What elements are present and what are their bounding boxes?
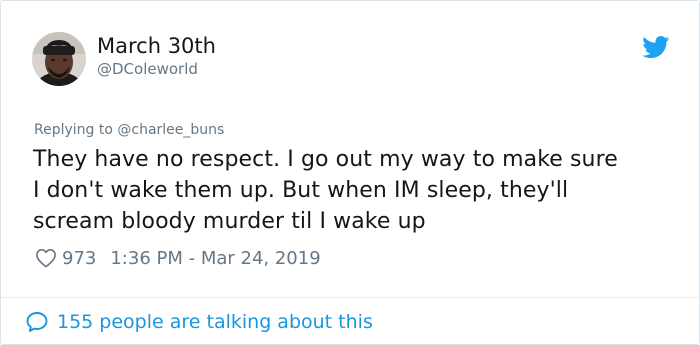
talking-about-link[interactable]: 155 people are talking about this [25, 307, 373, 337]
replying-prefix: Replying to [34, 122, 118, 138]
tweet-timestamp[interactable]: 1:36 PM - Mar 24, 2019 [110, 248, 320, 269]
like-count[interactable]: 973 [62, 248, 96, 269]
heart-icon[interactable] [35, 248, 57, 268]
author-name[interactable]: March 30th [97, 33, 216, 59]
speech-bubble-icon [26, 312, 48, 332]
tweet-text-line: They have no respect. I go out my way to… [33, 147, 618, 172]
talking-about-label[interactable]: 155 people are talking about this [57, 311, 373, 333]
author-handle[interactable]: @DColeworld [97, 59, 198, 79]
tweet-text-line: I don't wake them up. But when IM sleep,… [33, 178, 569, 203]
avatar-image [32, 32, 86, 86]
twitter-bird-icon[interactable] [642, 36, 670, 59]
tweet-text-line: scream bloody murder til I wake up [33, 209, 426, 234]
divider [1, 297, 699, 298]
avatar[interactable] [32, 32, 86, 86]
tweet-card: March 30th @DColeworld Replying to @char… [0, 0, 700, 345]
reply-mention-link[interactable]: @charlee_buns [117, 122, 224, 138]
tweet-meta: 973 1:36 PM - Mar 24, 2019 [35, 245, 321, 271]
replying-to: Replying to @charlee_buns [34, 121, 224, 139]
tweet-text: They have no respect. I go out my way to… [33, 144, 683, 237]
